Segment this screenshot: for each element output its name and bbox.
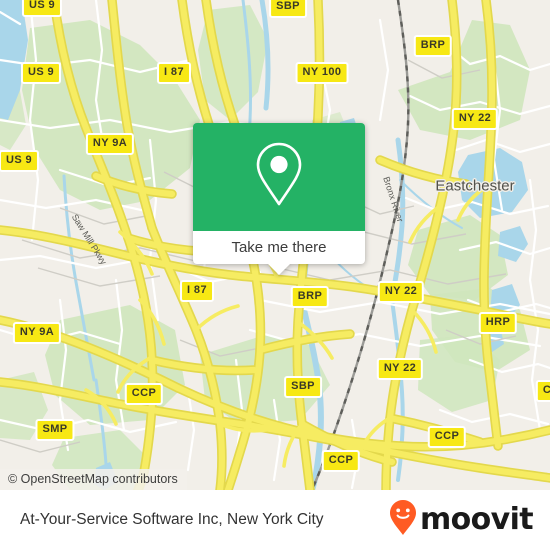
road-shield-ny100: NY 100 xyxy=(295,62,349,84)
map-pin-icon xyxy=(252,140,306,215)
road-shield-i87: I 87 xyxy=(157,62,191,84)
road-shield-smp: SMP xyxy=(35,419,75,441)
road-shield-ny9a: NY 9A xyxy=(12,322,62,344)
moovit-pin-smile-icon xyxy=(388,499,418,542)
place-label-eastchester: Eastchester xyxy=(435,177,515,195)
road-shield-sbp: SBP xyxy=(269,0,307,18)
osm-attribution[interactable]: © OpenStreetMap contributors xyxy=(0,469,187,490)
footer-bar: At-Your-Service Software Inc, New York C… xyxy=(0,490,550,550)
road-shield-us9: US 9 xyxy=(20,62,62,84)
road-shield-brp: BRP xyxy=(413,35,453,57)
map-canvas[interactable]: Saw Mill Pkwy Bronx River Eastchester US… xyxy=(0,0,550,490)
road-shield-ny9a: NY 9A xyxy=(85,133,135,155)
road-shield-us9: US 9 xyxy=(21,0,63,17)
moovit-wordmark: moovit xyxy=(419,502,534,537)
popup-header xyxy=(193,123,365,231)
road-shield-ny22: NY 22 xyxy=(376,358,424,380)
road-shield-hrp: HRP xyxy=(478,312,518,334)
road-shield-brp: BRP xyxy=(290,286,330,308)
road-shield-i87: I 87 xyxy=(180,280,214,302)
road-shield-sbp: SBP xyxy=(284,376,322,398)
location-popup-card[interactable]: Take me there xyxy=(193,123,365,275)
road-shield-ccp-edge: C xyxy=(535,380,550,402)
road-shield-ny22: NY 22 xyxy=(451,108,499,130)
road-shield-ccp: CCP xyxy=(124,383,164,405)
location-title: At-Your-Service Software Inc, New York C… xyxy=(20,511,324,528)
popup-pointer-tail xyxy=(268,264,290,275)
moovit-map-screenshot: Saw Mill Pkwy Bronx River Eastchester US… xyxy=(0,0,550,550)
popup-action-bar[interactable]: Take me there xyxy=(193,231,365,275)
moovit-logo[interactable]: moovit xyxy=(388,499,534,542)
road-shield-ccp: CCP xyxy=(427,426,467,448)
road-shield-us9: US 9 xyxy=(0,150,40,172)
road-shield-ccp: CCP xyxy=(321,450,361,472)
road-shield-ny22: NY 22 xyxy=(377,281,425,303)
take-me-there-button[interactable]: Take me there xyxy=(231,239,326,256)
